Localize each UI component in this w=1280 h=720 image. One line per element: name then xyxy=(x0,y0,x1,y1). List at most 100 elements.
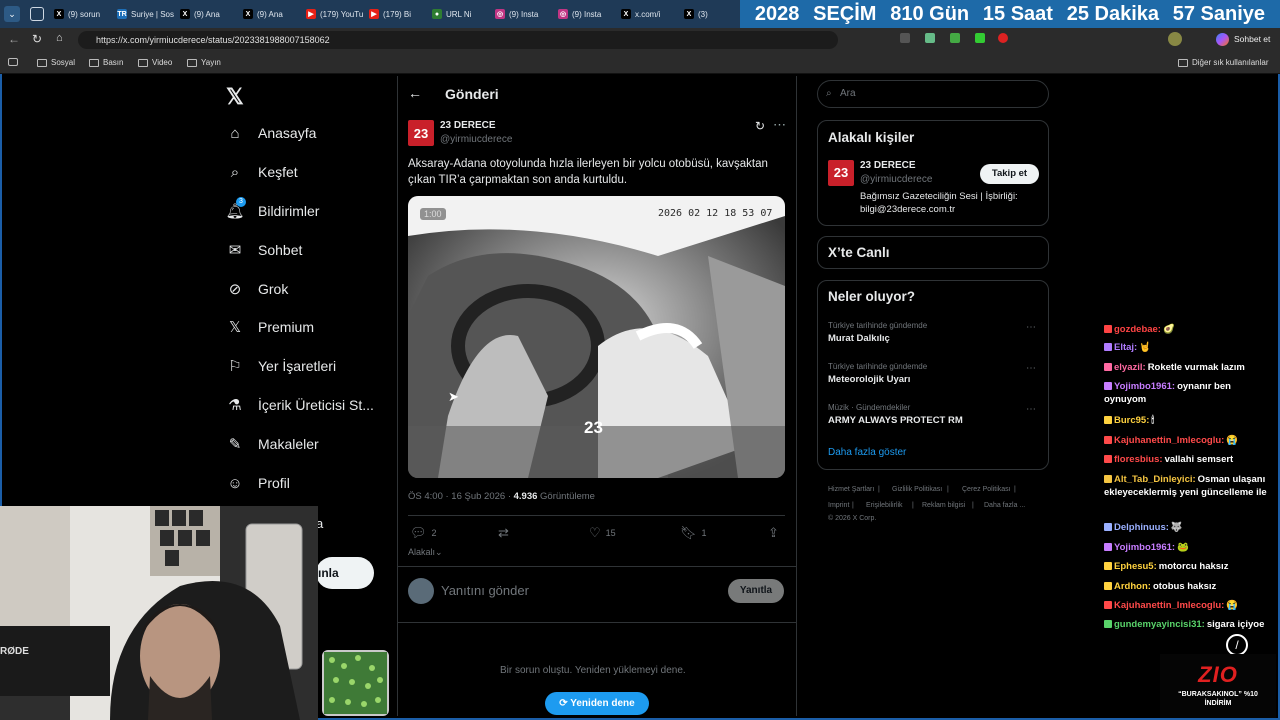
x-logo-icon[interactable]: 𝕏 xyxy=(226,84,244,110)
browser-tab[interactable]: ◎ (9) Insta xyxy=(489,0,552,28)
bell-icon: 🔔︎ 3 xyxy=(225,197,246,220)
extension-icon-2[interactable] xyxy=(925,33,935,43)
person-name[interactable]: 23 DERECE xyxy=(860,160,916,171)
bookmark-folder-basin[interactable]: Basın xyxy=(89,58,123,67)
nav-item-i-çerik-üreticisi-st-[interactable]: ⚗ İçerik Üreticisi St... xyxy=(226,396,374,414)
chevron-down-icon: ⌄ xyxy=(435,547,443,557)
trend-item[interactable]: ARMY ALWAYS PROTECT RM xyxy=(828,415,963,426)
chat-message: Eltaj: 🤘 xyxy=(1104,341,1274,354)
folder-icon xyxy=(187,58,197,67)
divider xyxy=(398,566,796,567)
repost-action[interactable]: ⇄ xyxy=(498,525,509,541)
bookmark-count: 1 xyxy=(701,528,707,538)
grok-explain-icon[interactable]: ↻ xyxy=(755,119,765,133)
bookmark-folder-video[interactable]: Video xyxy=(138,58,172,67)
copilot-icon[interactable] xyxy=(1216,33,1229,46)
sidebar-toggle-icon[interactable] xyxy=(8,58,18,66)
browser-tab[interactable]: X (9) Ana xyxy=(237,0,300,28)
profile-avatar[interactable] xyxy=(1168,32,1182,46)
browser-tab[interactable]: X (3) xyxy=(678,0,741,28)
person-avatar[interactable]: 23 xyxy=(828,160,854,186)
share-action[interactable]: ⇪ xyxy=(768,525,779,541)
url-field[interactable]: https://x.com/yirmiucderece/status/20233… xyxy=(78,31,838,49)
footer-link[interactable]: Hizmet Şartları xyxy=(828,486,874,493)
browser-tab[interactable]: TR Suriye | Sosyal xyxy=(111,0,174,28)
nav-item-yer-i-şaretleri[interactable]: ⚐ Yer İşaretleri xyxy=(226,357,336,375)
follow-button[interactable]: Takip et xyxy=(980,164,1039,184)
repost-icon: ⇄ xyxy=(498,525,509,540)
trend-item[interactable]: Meteorolojik Uyarı xyxy=(828,374,910,385)
footer-link[interactable]: Imprint xyxy=(828,502,849,509)
workspaces-icon[interactable] xyxy=(30,7,44,21)
nav-item-keşfet[interactable]: ⌕ Keşfet xyxy=(226,163,298,181)
retry-button[interactable]: ⟳ Yeniden dene xyxy=(545,692,649,715)
trend-more-icon[interactable]: ⋯ xyxy=(1026,363,1036,374)
nav-item-sohbet[interactable]: ✉ Sohbet xyxy=(226,241,303,259)
chat-text: 🕯 xyxy=(1151,415,1155,426)
person-handle[interactable]: @yirmiucderece xyxy=(860,174,932,185)
bookmark-action[interactable]: 🔖︎ 1 xyxy=(680,525,707,541)
extensions-icon[interactable] xyxy=(900,33,910,43)
reload-icon[interactable]: ↻ xyxy=(32,32,42,46)
trend-more-icon[interactable]: ⋯ xyxy=(1026,404,1036,415)
back-arrow-icon[interactable]: ← xyxy=(408,85,422,101)
author-handle[interactable]: @yirmiucderece xyxy=(440,134,512,145)
copilot-label[interactable]: Sohbet et xyxy=(1234,34,1270,44)
post-timestamp[interactable]: ÖS 4:00 · 16 Şub 2026 · xyxy=(408,491,514,502)
tab-label: (3) xyxy=(698,9,708,19)
trend-item[interactable]: Murat Dalkılıç xyxy=(828,333,890,344)
other-bookmarks[interactable]: Diğer sık kullanılanlar xyxy=(1178,58,1268,67)
nav-item-premium[interactable]: 𝕏 Premium xyxy=(226,318,314,336)
tab-label: (9) Ana xyxy=(194,9,220,19)
extension-icon-5[interactable] xyxy=(998,33,1008,43)
footer-link[interactable]: © 2026 X Corp. xyxy=(828,515,876,522)
footer-link[interactable]: Erişilebilirlik xyxy=(866,502,903,509)
more-options-icon[interactable]: ⋯ xyxy=(773,117,786,133)
search-input[interactable]: ⌕ Ara xyxy=(817,80,1049,108)
nav-item-anasayfa[interactable]: ⌂ Anasayfa xyxy=(226,124,316,142)
home-browser-icon[interactable]: ⌂ xyxy=(56,32,63,44)
post-video[interactable]: 1:00 2026 02 12 18 53 07 23 xyxy=(408,196,785,478)
author-avatar[interactable]: 23 xyxy=(408,120,434,146)
footer-link[interactable]: Daha fazla ... xyxy=(984,502,1025,509)
like-action[interactable]: ♡ 15 xyxy=(589,525,616,541)
author-name[interactable]: 23 DERECE xyxy=(440,120,496,131)
browser-tab[interactable]: X (9) sorun xyxy=(48,0,111,28)
browser-tab[interactable]: ▶ (179) YouTube xyxy=(300,0,363,28)
x-live-card[interactable]: X’te Canlı xyxy=(817,236,1049,269)
reply-sort-dropdown[interactable]: Alakalı⌄ xyxy=(408,547,443,558)
nav-item-profil[interactable]: ☺ Profil xyxy=(226,474,290,492)
card-title: Alakalı kişiler xyxy=(828,130,915,145)
nav-item-bildirimler[interactable]: 🔔︎ 3 Bildirimler xyxy=(225,197,319,220)
tab-actions-icon[interactable]: ⌄ xyxy=(4,6,20,22)
reply-action[interactable]: 💬︎ 2 xyxy=(410,525,437,541)
trend-more-icon[interactable]: ⋯ xyxy=(1026,322,1036,333)
reply-button[interactable]: Yanıtla xyxy=(728,579,784,603)
post-button[interactable]: ınla xyxy=(316,557,374,589)
show-more-link[interactable]: Daha fazla göster xyxy=(828,447,906,458)
bookmark-folder-yayin[interactable]: Yayın xyxy=(187,58,221,67)
browser-tab[interactable]: ▶ (179) Bi xyxy=(363,0,426,28)
footer-link[interactable]: Çerez Politikası xyxy=(962,486,1011,493)
browser-tab[interactable]: X (9) Ana xyxy=(174,0,237,28)
nav-item-makaleler[interactable]: ✎ Makaleler xyxy=(226,435,319,453)
reply-input[interactable]: Yanıtını gönder xyxy=(441,583,529,598)
tab-label: (9) Ana xyxy=(257,9,283,19)
nav-item-grok[interactable]: ⊘ Grok xyxy=(226,280,289,298)
chat-username: Kajuhanettin_Imlecoglu: xyxy=(1114,435,1225,446)
footer-link[interactable]: Reklam bilgisi xyxy=(922,502,965,509)
extension-icon-4[interactable] xyxy=(975,33,985,43)
x-icon: X xyxy=(54,9,64,19)
footer-link[interactable]: Gizlilik Politikası xyxy=(892,486,942,493)
browser-tab[interactable]: ● URL Ni xyxy=(426,0,489,28)
browser-tab[interactable]: Xx.com/i xyxy=(615,0,678,28)
bookmark-icon: ⚐ xyxy=(228,358,242,375)
extension-icon-3[interactable] xyxy=(950,33,960,43)
bookmark-folder-sosyal[interactable]: Sosyal xyxy=(37,58,75,67)
nav-label: Profil xyxy=(258,475,290,491)
x-icon: X xyxy=(243,9,253,19)
chat-badge-icon xyxy=(1104,363,1112,371)
browser-tab[interactable]: ◎ (9) Insta xyxy=(552,0,615,28)
back-icon[interactable]: ← xyxy=(8,32,20,46)
countdown-seconds: 57 Saniye xyxy=(1172,2,1266,25)
